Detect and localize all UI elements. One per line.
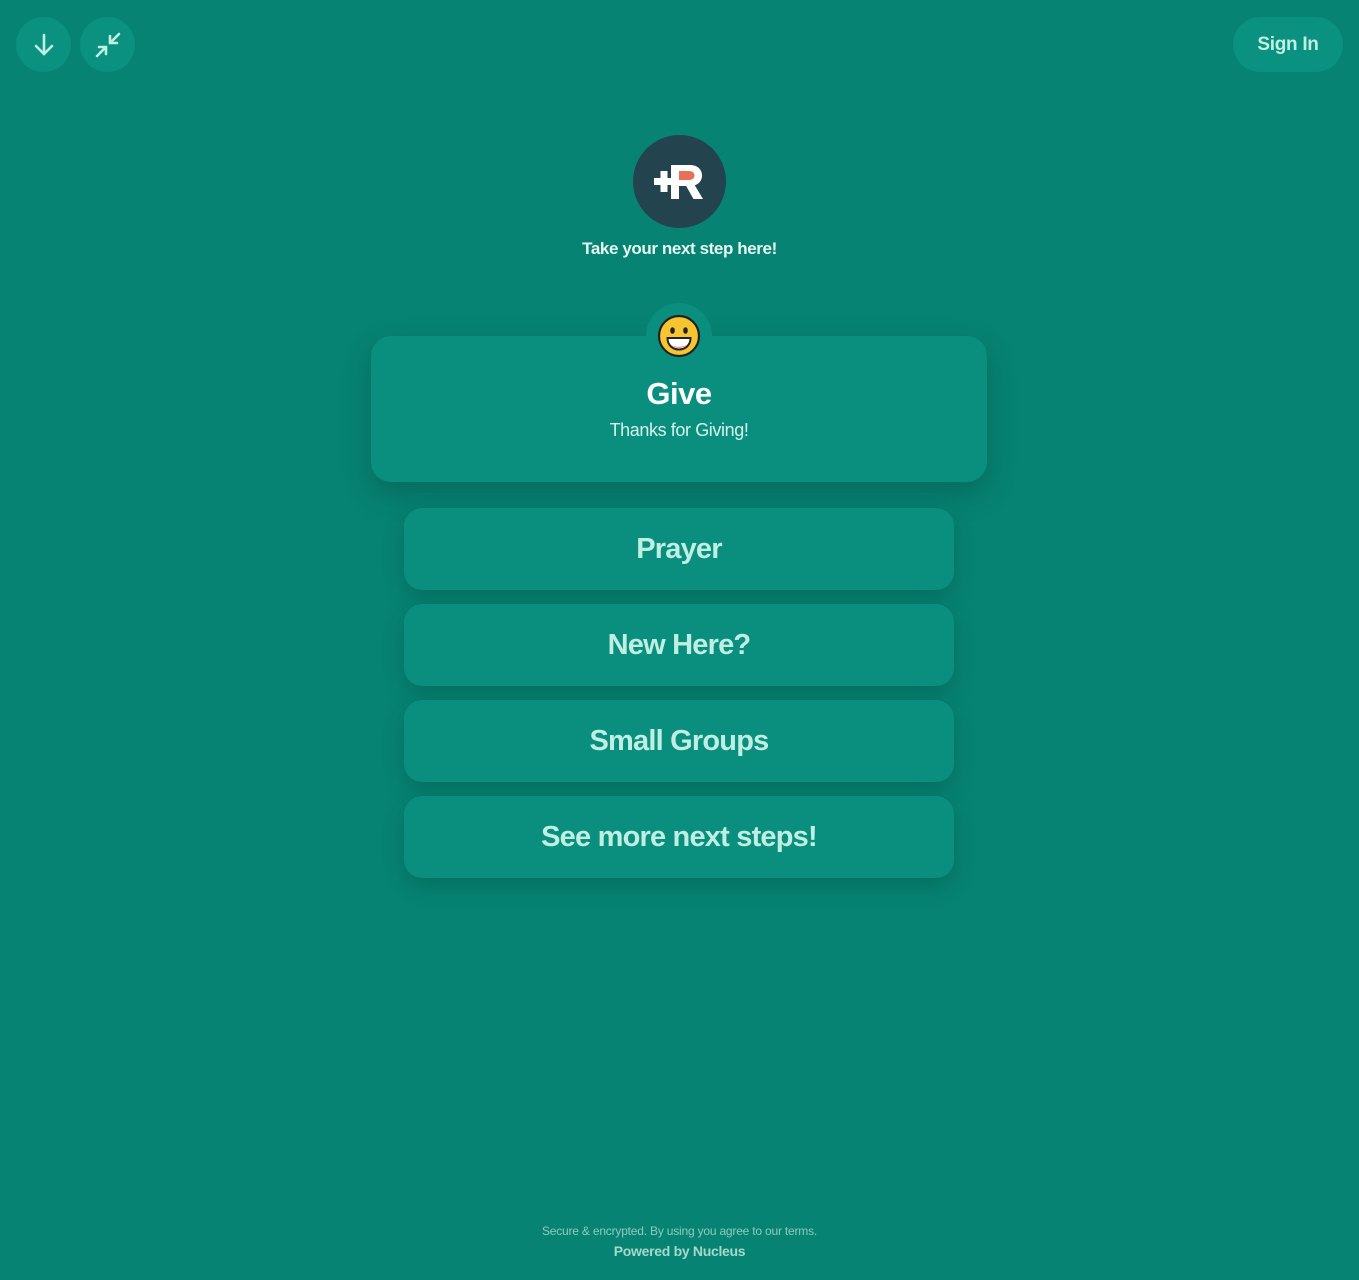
emoji-badge [646, 303, 712, 369]
footer-secure-text: Secure & encrypted. By using you agree t… [0, 1224, 1359, 1238]
small-groups-button[interactable]: Small Groups [404, 700, 954, 782]
sign-in-button[interactable]: Sign In [1233, 17, 1343, 72]
arrow-down-icon [34, 33, 53, 55]
prayer-label: Prayer [636, 532, 722, 565]
download-button[interactable] [16, 17, 71, 72]
prayer-button[interactable]: Prayer [404, 508, 954, 590]
footer-powered-by[interactable]: Powered by Nucleus [0, 1243, 1359, 1259]
collapse-button[interactable] [80, 17, 135, 72]
terms-link[interactable]: terms. [785, 1224, 817, 1238]
plus-r-logo-icon [653, 164, 703, 199]
see-more-next-steps-button[interactable]: See more next steps! [404, 796, 954, 878]
powered-by-link[interactable]: Powered by Nucleus [614, 1243, 746, 1259]
footer-secure-label: Secure & encrypted. By using you agree t… [541, 1224, 785, 1238]
new-here-button[interactable]: New Here? [404, 604, 954, 686]
see-more-next-steps-label: See more next steps! [541, 820, 818, 853]
give-subtitle: Thanks for Giving! [609, 420, 749, 440]
sign-in-label: Sign In [1257, 33, 1319, 55]
grinning-face-icon [657, 314, 701, 358]
collapse-icon [95, 32, 120, 57]
give-title: Give [646, 376, 712, 411]
brand-logo [633, 135, 726, 228]
tagline: Take your next step here! [582, 239, 777, 258]
new-here-label: New Here? [607, 628, 751, 661]
small-groups-label: Small Groups [589, 724, 770, 757]
